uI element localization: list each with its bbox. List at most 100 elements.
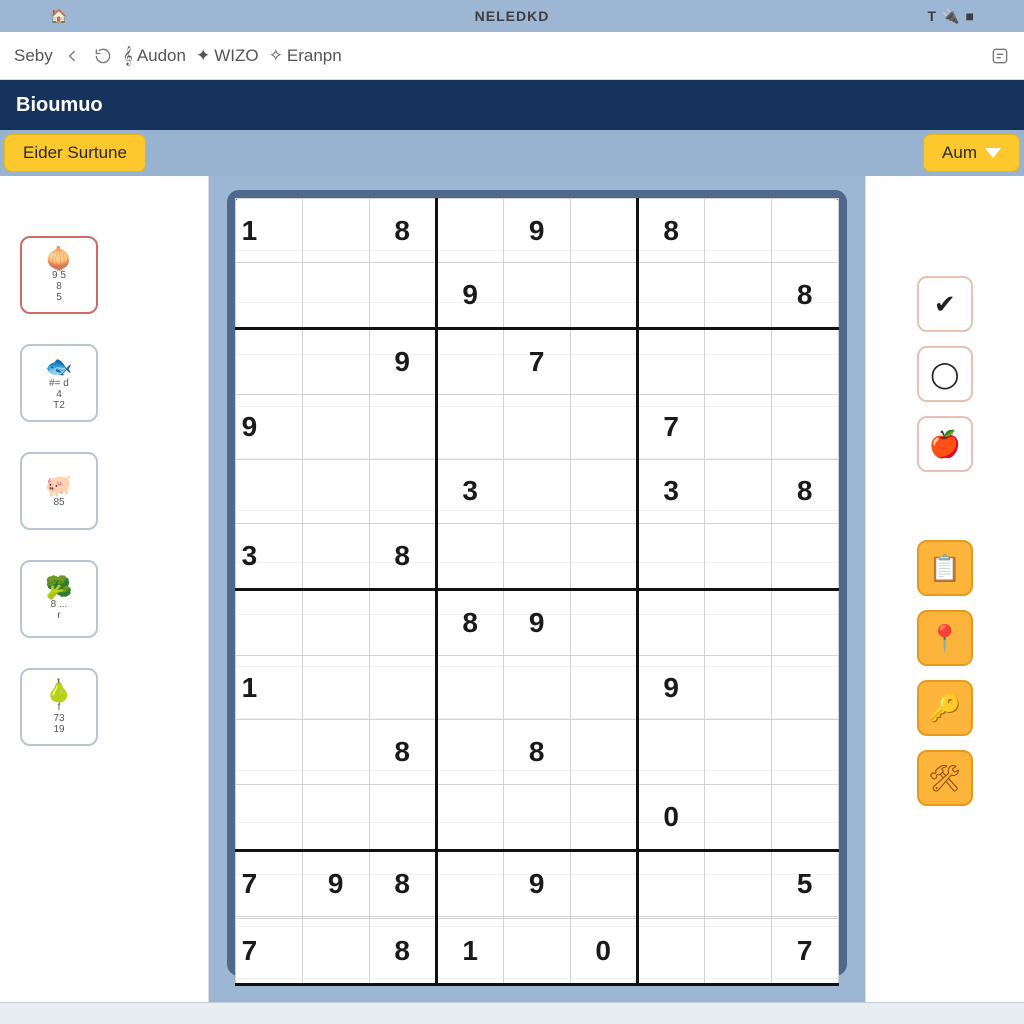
- cell-r6-c7[interactable]: [704, 589, 771, 655]
- cell-r8-c8[interactable]: [771, 720, 838, 784]
- tool-soft-2[interactable]: 🍎: [917, 416, 973, 472]
- cell-r10-c8[interactable]: 5: [771, 850, 838, 916]
- cell-r7-c2[interactable]: [369, 656, 436, 720]
- theme-card-0[interactable]: 🧅9 585: [20, 236, 98, 314]
- cell-r8-c5[interactable]: [570, 720, 637, 784]
- cell-r8-c6[interactable]: [637, 720, 704, 784]
- cell-r0-c0[interactable]: 1: [235, 199, 302, 263]
- cell-r0-c5[interactable]: [570, 199, 637, 263]
- cell-r0-c8[interactable]: [771, 199, 838, 263]
- cell-r2-c4[interactable]: 7: [503, 329, 570, 395]
- tool-action-0[interactable]: 📋: [917, 540, 973, 596]
- cell-r1-c0[interactable]: [235, 263, 302, 329]
- cell-r4-c7[interactable]: [704, 459, 771, 523]
- cell-r3-c5[interactable]: [570, 395, 637, 459]
- cell-r2-c1[interactable]: [302, 329, 369, 395]
- cell-r5-c4[interactable]: [503, 523, 570, 589]
- cell-r8-c1[interactable]: [302, 720, 369, 784]
- cell-r4-c2[interactable]: [369, 459, 436, 523]
- cell-r2-c2[interactable]: 9: [369, 329, 436, 395]
- cell-r12-c4[interactable]: [503, 918, 570, 984]
- cell-r0-c3[interactable]: [436, 199, 503, 263]
- tool-action-2[interactable]: 🔑: [917, 680, 973, 736]
- cell-r3-c0[interactable]: 9: [235, 395, 302, 459]
- cell-r3-c7[interactable]: [704, 395, 771, 459]
- cell-r7-c4[interactable]: [503, 656, 570, 720]
- theme-card-1[interactable]: 🐟#= d4T2: [20, 344, 98, 422]
- cell-r10-c1[interactable]: 9: [302, 850, 369, 916]
- cell-r10-c0[interactable]: 7: [235, 850, 302, 916]
- toolbar-item-eranpn[interactable]: ✧ Eranpn: [269, 46, 342, 66]
- cell-r1-c1[interactable]: [302, 263, 369, 329]
- theme-card-4[interactable]: 🍐f7319: [20, 668, 98, 746]
- cell-r4-c3[interactable]: 3: [436, 459, 503, 523]
- cell-r6-c8[interactable]: [771, 589, 838, 655]
- cell-r7-c8[interactable]: [771, 656, 838, 720]
- cell-r2-c7[interactable]: [704, 329, 771, 395]
- cell-r8-c7[interactable]: [704, 720, 771, 784]
- cell-r0-c7[interactable]: [704, 199, 771, 263]
- tool-action-3[interactable]: 🛠: [917, 750, 973, 806]
- cell-r6-c3[interactable]: 8: [436, 589, 503, 655]
- cell-r3-c3[interactable]: [436, 395, 503, 459]
- cell-r7-c3[interactable]: [436, 656, 503, 720]
- cell-r0-c6[interactable]: 8: [637, 199, 704, 263]
- cell-r5-c1[interactable]: [302, 523, 369, 589]
- cell-r10-c7[interactable]: [704, 850, 771, 916]
- cell-r6-c2[interactable]: [369, 589, 436, 655]
- cell-r10-c3[interactable]: [436, 850, 503, 916]
- cell-r6-c5[interactable]: [570, 589, 637, 655]
- cell-r12-c0[interactable]: 7: [235, 918, 302, 984]
- cell-r5-c7[interactable]: [704, 523, 771, 589]
- cell-r0-c4[interactable]: 9: [503, 199, 570, 263]
- cell-r12-c3[interactable]: 1: [436, 918, 503, 984]
- cell-r4-c1[interactable]: [302, 459, 369, 523]
- cell-r8-c0[interactable]: [235, 720, 302, 784]
- cell-r7-c6[interactable]: 9: [637, 656, 704, 720]
- cell-r1-c7[interactable]: [704, 263, 771, 329]
- tool-action-1[interactable]: 📍: [917, 610, 973, 666]
- cell-r2-c8[interactable]: [771, 329, 838, 395]
- cell-r1-c4[interactable]: [503, 263, 570, 329]
- cell-r9-c7[interactable]: [704, 784, 771, 850]
- cell-r12-c2[interactable]: 8: [369, 918, 436, 984]
- cell-r6-c4[interactable]: 9: [503, 589, 570, 655]
- tool-soft-0[interactable]: ✔: [917, 276, 973, 332]
- mode-dropdown[interactable]: Aum: [923, 134, 1020, 172]
- cell-r9-c3[interactable]: [436, 784, 503, 850]
- cell-r4-c4[interactable]: [503, 459, 570, 523]
- cell-r4-c5[interactable]: [570, 459, 637, 523]
- cell-r2-c0[interactable]: [235, 329, 302, 395]
- cell-r5-c2[interactable]: 8: [369, 523, 436, 589]
- cell-r1-c2[interactable]: [369, 263, 436, 329]
- theme-card-3[interactable]: 🥦8 ...r: [20, 560, 98, 638]
- cell-r4-c8[interactable]: 8: [771, 459, 838, 523]
- back-icon[interactable]: [63, 46, 83, 66]
- toolbar-item-seby[interactable]: Seby: [14, 46, 53, 66]
- cell-r4-c6[interactable]: 3: [637, 459, 704, 523]
- cell-r9-c2[interactable]: [369, 784, 436, 850]
- cell-r6-c0[interactable]: [235, 589, 302, 655]
- cell-r12-c6[interactable]: [637, 918, 704, 984]
- cell-r8-c3[interactable]: [436, 720, 503, 784]
- cell-r3-c8[interactable]: [771, 395, 838, 459]
- cell-r5-c6[interactable]: [637, 523, 704, 589]
- cell-r7-c7[interactable]: [704, 656, 771, 720]
- cell-r9-c8[interactable]: [771, 784, 838, 850]
- cell-r1-c6[interactable]: [637, 263, 704, 329]
- cell-r3-c6[interactable]: 7: [637, 395, 704, 459]
- cell-r7-c5[interactable]: [570, 656, 637, 720]
- cell-r2-c6[interactable]: [637, 329, 704, 395]
- cell-r3-c4[interactable]: [503, 395, 570, 459]
- cell-r5-c3[interactable]: [436, 523, 503, 589]
- cell-r10-c2[interactable]: 8: [369, 850, 436, 916]
- cell-r9-c1[interactable]: [302, 784, 369, 850]
- extension-icon[interactable]: [990, 46, 1010, 66]
- tool-soft-1[interactable]: ◯: [917, 346, 973, 402]
- cell-r3-c2[interactable]: [369, 395, 436, 459]
- cell-r1-c8[interactable]: 8: [771, 263, 838, 329]
- cell-r12-c8[interactable]: 7: [771, 918, 838, 984]
- cell-r8-c4[interactable]: 8: [503, 720, 570, 784]
- cell-r1-c3[interactable]: 9: [436, 263, 503, 329]
- cell-r7-c0[interactable]: 1: [235, 656, 302, 720]
